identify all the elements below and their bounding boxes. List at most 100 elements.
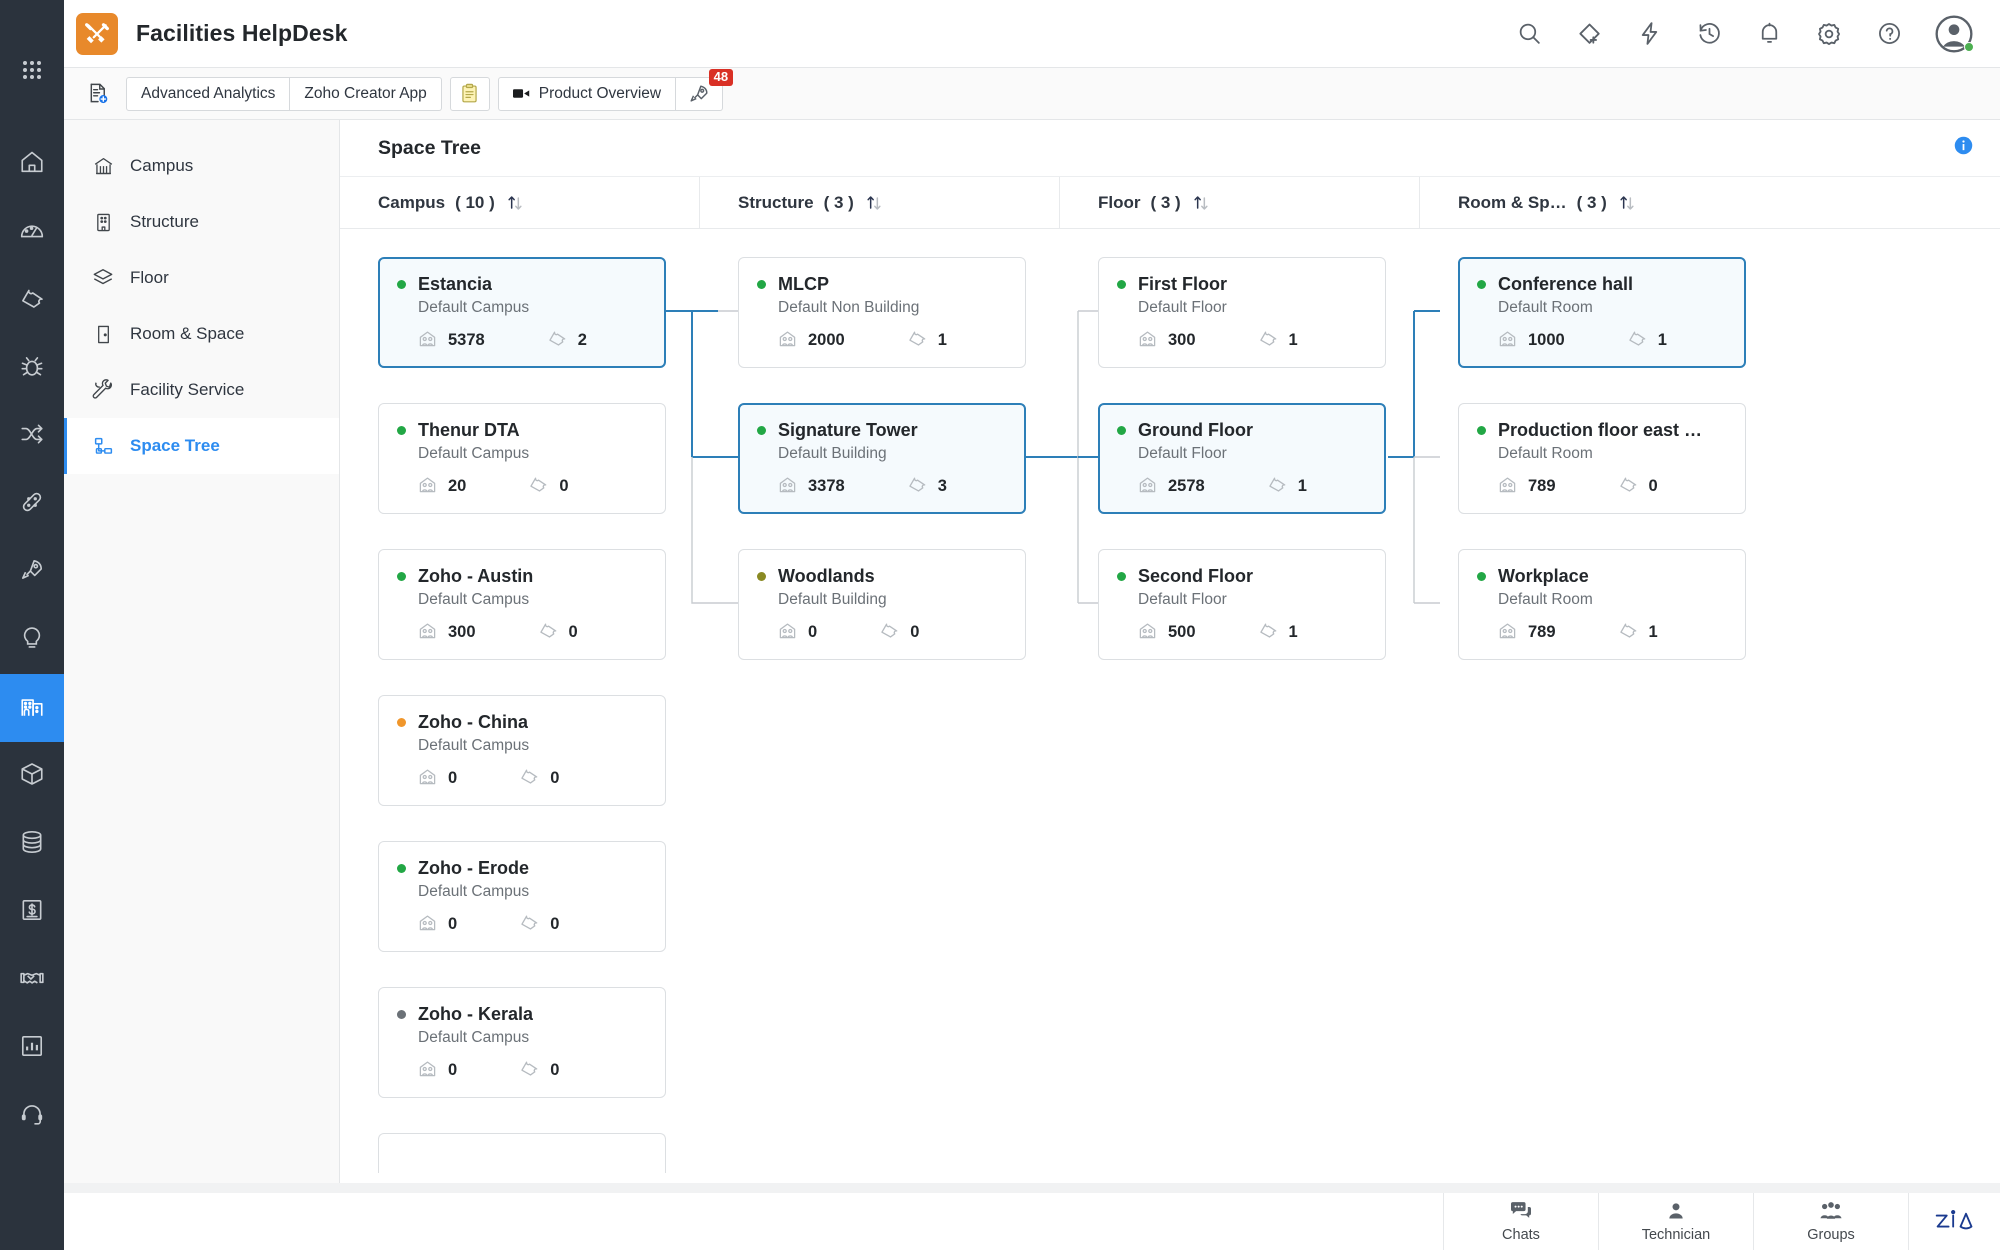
ticket-value: 2: [577, 331, 587, 349]
rail-item-dashboard[interactable]: [0, 198, 64, 266]
table-row[interactable]: Zoho - China Default Campus 0 0: [378, 695, 666, 806]
rail-item-purchase[interactable]: [0, 878, 64, 946]
column-header-room-space: Room & Sp… ( 3 ): [1420, 177, 1780, 228]
history-icon[interactable]: [1694, 19, 1724, 49]
status-dot: [397, 1010, 406, 1019]
footer-groups[interactable]: Groups: [1753, 1193, 1908, 1250]
rail-item-assets[interactable]: [0, 742, 64, 810]
tree-column-structure: MLCP Default Non Building 2000 1 Signatu…: [700, 229, 1060, 1192]
status-badge: [1964, 41, 1974, 52]
ticket-icon: [1258, 620, 1278, 645]
occupancy-icon: [418, 1059, 437, 1083]
card-title: Workplace: [1498, 566, 1589, 586]
zoho-creator-app-button[interactable]: Zoho Creator App: [290, 76, 442, 111]
sidebar-item-space-tree[interactable]: Space Tree: [64, 418, 339, 474]
table-row[interactable]: Zoho - Erode Default Campus 0 0: [378, 841, 666, 952]
sidebar-item-campus[interactable]: Campus: [64, 138, 339, 194]
rail-item-releases[interactable]: [0, 470, 64, 538]
bell-icon[interactable]: [1754, 19, 1784, 49]
headset-icon: [19, 1101, 45, 1132]
search-icon[interactable]: [1514, 19, 1544, 49]
avatar[interactable]: [1934, 14, 1974, 54]
ticket-value: 1: [1297, 477, 1307, 495]
money-icon: [19, 897, 45, 928]
table-row[interactable]: Second Floor Default Floor 500 1: [1098, 549, 1386, 660]
database-icon: [19, 829, 45, 860]
main-pane: Space Tree Campus ( 10 ) Structure (3)…: [340, 120, 2000, 1192]
new-report-icon[interactable]: [80, 77, 116, 111]
whats-new-rocket-button[interactable]: 48: [676, 68, 734, 111]
table-row[interactable]: Zoho - Kerala Default Campus 0 0: [378, 987, 666, 1098]
sort-toggle-room-space[interactable]: [1617, 193, 1637, 213]
occupancy-icon: [1498, 475, 1517, 499]
rail-item-tickets[interactable]: [0, 266, 64, 334]
sort-toggle-campus[interactable]: [505, 193, 525, 213]
product-overview-group: Product Overview 48: [497, 68, 734, 111]
ticket-icon: [538, 620, 558, 645]
sort-toggle-structure[interactable]: [864, 193, 884, 213]
rail-item-changes[interactable]: [0, 402, 64, 470]
shuffle-icon: [19, 421, 45, 452]
rail-item-solutions[interactable]: [0, 606, 64, 674]
table-row-partial[interactable]: [378, 1133, 666, 1173]
apps-grid-icon[interactable]: [0, 10, 64, 130]
column-header-floor: Floor ( 3 ): [1060, 177, 1420, 228]
status-dot: [1477, 280, 1486, 289]
zia-logo[interactable]: [1908, 1193, 2000, 1250]
gear-icon[interactable]: [1814, 19, 1844, 49]
occupancy-icon: [418, 621, 437, 645]
add-ticket-icon[interactable]: [1574, 19, 1604, 49]
help-icon[interactable]: [1874, 19, 1904, 49]
column-label: Campus: [378, 192, 446, 212]
sidebar-item-room-space[interactable]: Room & Space: [64, 306, 339, 362]
occupancy-value: 789: [1528, 477, 1556, 495]
table-row[interactable]: Woodlands Default Building 0 0: [738, 549, 1026, 660]
rail-item-cmdb[interactable]: [0, 810, 64, 878]
header-actions: [1514, 14, 2000, 54]
table-row[interactable]: Estancia Default Campus 5378 2: [378, 257, 666, 368]
table-row[interactable]: Conference hall Default Room 1000 1: [1458, 257, 1746, 368]
rail-item-projects[interactable]: [0, 538, 64, 606]
sidebar-item-facility-service[interactable]: Facility Service: [64, 362, 339, 418]
ticket-icon: [547, 328, 567, 353]
table-row[interactable]: Thenur DTA Default Campus 20 0: [378, 403, 666, 514]
tools-icon: [76, 12, 118, 55]
rail-item-facilities[interactable]: [0, 674, 64, 742]
clipboard-icon[interactable]: [449, 76, 490, 111]
primary-nav-rail: [0, 0, 64, 1250]
page-title: Facilities HelpDesk: [136, 20, 348, 46]
column-count: ( 3 ): [1576, 192, 1607, 212]
flash-icon[interactable]: [1634, 19, 1664, 49]
rail-item-problems[interactable]: [0, 334, 64, 402]
table-row[interactable]: Zoho - Austin Default Campus 300 0: [378, 549, 666, 660]
occupancy-icon: [1138, 475, 1157, 499]
table-row[interactable]: Workplace Default Room 789 1: [1458, 549, 1746, 660]
sort-toggle-floor[interactable]: [1191, 193, 1211, 213]
footer-technician[interactable]: Technician: [1598, 1193, 1753, 1250]
rail-item-home[interactable]: [0, 130, 64, 198]
table-row[interactable]: MLCP Default Non Building 2000 1: [738, 257, 1026, 368]
sidebar-item-label: Space Tree: [130, 436, 220, 455]
product-overview-button[interactable]: Product Overview: [497, 76, 677, 111]
whats-new-badge: 48: [708, 68, 734, 87]
rail-item-contracts[interactable]: [0, 946, 64, 1014]
status-dot: [397, 280, 406, 289]
tree-nodes-icon: [92, 435, 114, 457]
table-row[interactable]: Signature Tower Default Building 3378 3: [738, 403, 1026, 514]
sidebar-item-structure[interactable]: Structure: [64, 194, 339, 250]
table-row[interactable]: First Floor Default Floor 300 1: [1098, 257, 1386, 368]
table-row[interactable]: Production floor east w… Default Room 78…: [1458, 403, 1746, 514]
ticket-value: 1: [1288, 623, 1298, 641]
secondary-toolbar: Advanced Analytics Zoho Creator App Prod…: [0, 68, 2000, 120]
footer-chats[interactable]: Chats: [1443, 1193, 1598, 1250]
advanced-analytics-button[interactable]: Advanced Analytics: [126, 76, 291, 111]
rail-item-reports[interactable]: [0, 1014, 64, 1082]
occupancy-icon: [778, 621, 797, 645]
rail-item-support[interactable]: [0, 1082, 64, 1150]
sidebar-item-floor[interactable]: Floor: [64, 250, 339, 306]
info-icon[interactable]: [1953, 135, 1974, 161]
footer-divider: [64, 1183, 2000, 1193]
table-row[interactable]: Ground Floor Default Floor 2578 1: [1098, 403, 1386, 514]
sidebar-item-label: Structure: [130, 212, 199, 231]
ticket-icon: [1618, 474, 1638, 499]
